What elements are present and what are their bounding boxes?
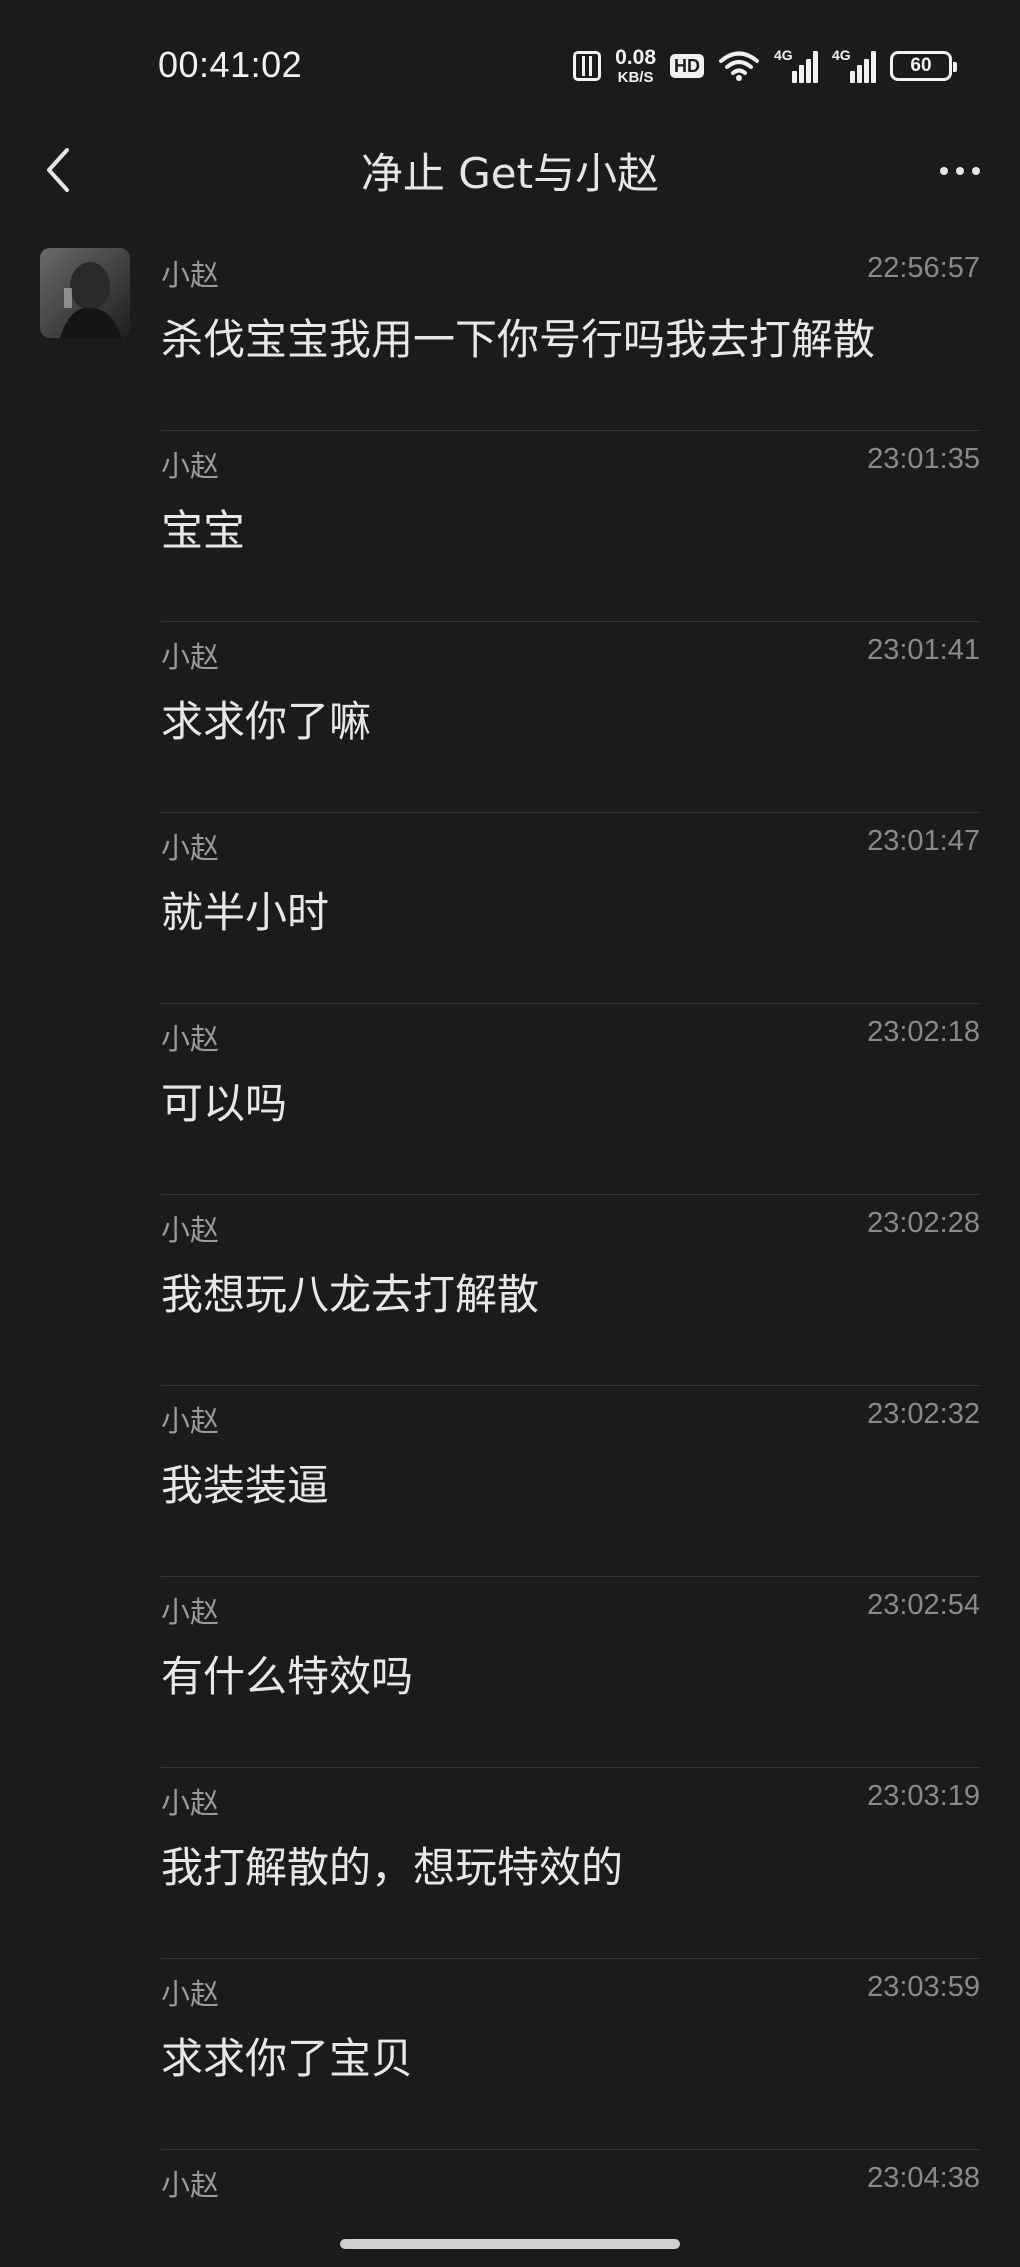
more-dot bbox=[956, 167, 964, 175]
status-bar: 00:41:02 0.08 KB/S HD 4G 4G 60 bbox=[0, 0, 1020, 120]
cellular-signal-icon-sim2: 4G bbox=[832, 47, 876, 83]
message-sender: 小赵 bbox=[161, 449, 220, 483]
battery-level: 60 bbox=[910, 55, 932, 76]
message-text: 我打解散的，想玩特效的 bbox=[161, 1843, 624, 1892]
message-time: 23:01:47 bbox=[867, 825, 980, 857]
network-type-label: 4G bbox=[832, 47, 851, 63]
message-time: 23:02:18 bbox=[867, 1016, 980, 1048]
message-sender: 小赵 bbox=[161, 2168, 220, 2202]
message-item[interactable]: 小赵 23:01:47 就半小时 bbox=[0, 813, 1020, 1004]
message-time: 23:02:28 bbox=[867, 1207, 980, 1239]
message-sender: 小赵 bbox=[161, 1213, 220, 1247]
message-time: 23:02:54 bbox=[867, 1589, 980, 1621]
message-time: 23:04:38 bbox=[867, 2162, 980, 2194]
message-time: 22:56:57 bbox=[867, 252, 980, 284]
more-options-button[interactable] bbox=[930, 146, 990, 196]
message-time: 23:03:59 bbox=[867, 1971, 980, 2003]
network-speed: 0.08 KB/S bbox=[615, 47, 656, 85]
message-list[interactable]: 小赵 22:56:57 杀伐宝宝我用一下你号行吗我去打解散 小赵 23:01:3… bbox=[0, 240, 1020, 2230]
message-item[interactable]: 小赵 23:01:35 宝宝 bbox=[0, 431, 1020, 622]
message-sender: 小赵 bbox=[161, 1022, 220, 1056]
message-sender: 小赵 bbox=[161, 258, 220, 292]
message-item[interactable]: 小赵 22:56:57 杀伐宝宝我用一下你号行吗我去打解散 bbox=[0, 240, 1020, 431]
message-item[interactable]: 小赵 23:01:41 求求你了嘛 bbox=[0, 622, 1020, 813]
message-item[interactable]: 小赵 23:02:28 我想玩八龙去打解散 bbox=[0, 1195, 1020, 1386]
status-time: 00:41:02 bbox=[158, 44, 303, 85]
avatar-photo bbox=[40, 248, 130, 338]
network-speed-unit: KB/S bbox=[617, 69, 654, 86]
message-text: 宝宝 bbox=[161, 506, 246, 555]
message-sender: 小赵 bbox=[161, 1404, 220, 1438]
message-item[interactable]: 小赵 23:02:54 有什么特效吗 bbox=[0, 1577, 1020, 1768]
message-text: 求求你了嘛 bbox=[161, 697, 372, 746]
message-item[interactable]: 小赵 23:02:18 可以吗 bbox=[0, 1004, 1020, 1195]
message-item[interactable]: 小赵 23:03:19 我打解散的，想玩特效的 bbox=[0, 1768, 1020, 1959]
message-time: 23:01:41 bbox=[867, 634, 980, 666]
message-sender: 小赵 bbox=[161, 831, 220, 865]
message-sender: 小赵 bbox=[161, 1977, 220, 2011]
message-sender: 小赵 bbox=[161, 1595, 220, 1629]
more-dot bbox=[940, 167, 948, 175]
message-time: 23:01:35 bbox=[867, 443, 980, 475]
avatar[interactable] bbox=[40, 248, 130, 338]
hd-voice-icon: HD bbox=[670, 54, 704, 78]
message-item[interactable]: 小赵 23:04:38 bbox=[0, 2150, 1020, 2230]
cellular-signal-icon-sim1: 4G bbox=[774, 47, 818, 83]
message-item[interactable]: 小赵 23:03:59 求求你了宝贝 bbox=[0, 1959, 1020, 2150]
more-dot bbox=[972, 167, 980, 175]
wifi-icon bbox=[719, 51, 759, 81]
message-item[interactable]: 小赵 23:02:32 我装装逼 bbox=[0, 1386, 1020, 1577]
network-speed-value: 0.08 bbox=[615, 46, 656, 69]
message-sender: 小赵 bbox=[161, 640, 220, 674]
message-time: 23:03:19 bbox=[867, 1780, 980, 1812]
message-sender: 小赵 bbox=[161, 1786, 220, 1820]
message-text: 有什么特效吗 bbox=[161, 1652, 414, 1701]
battery-icon: 60 bbox=[890, 51, 957, 81]
network-type-label: 4G bbox=[774, 47, 793, 63]
message-text: 就半小时 bbox=[161, 888, 330, 937]
chat-header: 净止 Get与小赵 bbox=[0, 120, 1020, 220]
message-text: 可以吗 bbox=[161, 1079, 288, 1128]
home-indicator[interactable] bbox=[340, 2239, 680, 2249]
status-icons: 0.08 KB/S HD 4G 4G 60 bbox=[573, 44, 957, 88]
message-text: 求求你了宝贝 bbox=[161, 2034, 414, 2083]
message-text: 我装装逼 bbox=[161, 1461, 330, 1510]
nfc-icon bbox=[573, 51, 602, 81]
page-title: 净止 Get与小赵 bbox=[360, 149, 660, 198]
message-time: 23:02:32 bbox=[867, 1398, 980, 1430]
message-text: 我想玩八龙去打解散 bbox=[161, 1270, 540, 1319]
message-text: 杀伐宝宝我用一下你号行吗我去打解散 bbox=[161, 315, 876, 364]
